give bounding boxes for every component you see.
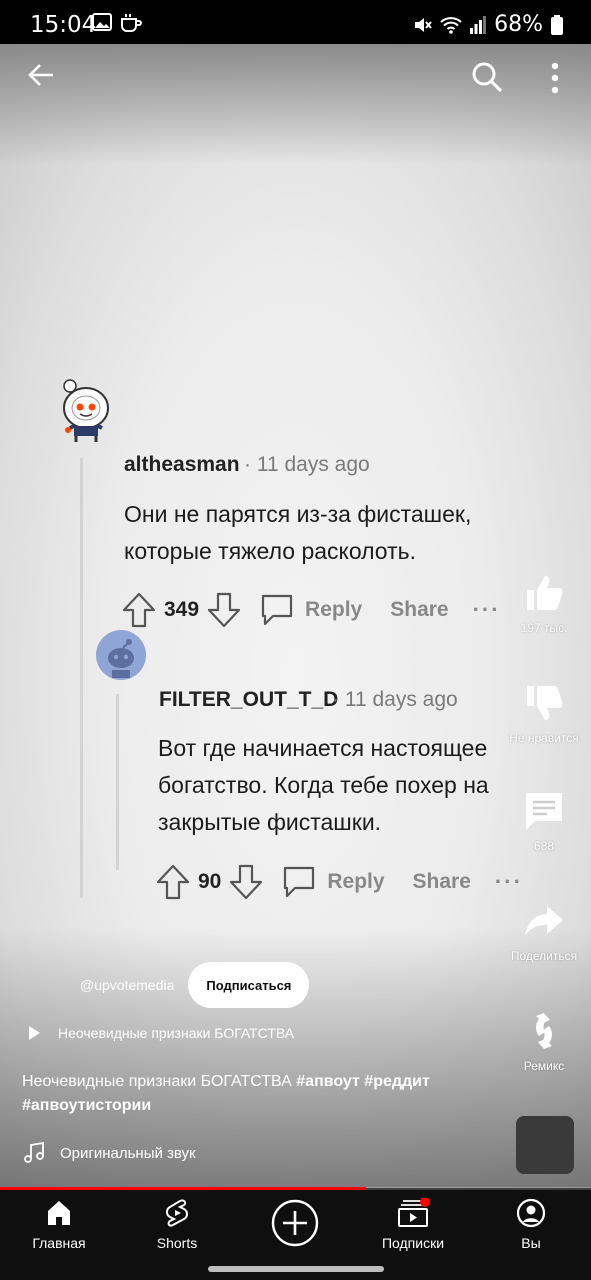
nav-create[interactable] — [240, 1198, 350, 1253]
wifi-icon — [440, 16, 462, 34]
reply-body-line: Вот где начинается настоящее — [158, 735, 488, 761]
status-left-icons — [92, 13, 142, 33]
nav-subscriptions[interactable]: Подписки — [358, 1197, 468, 1251]
battery-percent: 68% — [494, 12, 543, 37]
reply-body: Вот где начинается настоящее богатство. … — [158, 730, 489, 841]
comment-icon — [526, 793, 562, 830]
status-time: 15:04 — [30, 12, 97, 38]
playlist-link[interactable]: Неочевидные признаки БОГАТСТВА — [26, 1025, 294, 1041]
remix-label: Ремикс — [523, 1059, 565, 1073]
reply-body-line: закрытые фисташки. — [158, 809, 382, 835]
shorts-icon — [166, 1199, 188, 1227]
image-icon — [92, 13, 112, 31]
music-note-icon — [24, 1141, 44, 1163]
downvote-icon — [230, 864, 263, 900]
reply-bubble-icon — [261, 594, 293, 626]
hashtag[interactable]: #апвоутистории — [22, 1097, 151, 1114]
dislike-label: Не нравится — [509, 731, 579, 745]
home-icon — [48, 1201, 70, 1225]
comment-body-line: Они не парятся из-за фисташек, — [124, 501, 472, 527]
like-count: 197 тыс. — [520, 621, 568, 635]
original-sound[interactable]: Оригинальный звук — [22, 1141, 196, 1165]
nav-subscriptions-label: Подписки — [381, 1235, 445, 1251]
comment-username[interactable]: altheasman — [124, 453, 240, 477]
account-icon — [516, 1198, 546, 1228]
reply-username[interactable]: FILTER_OUT_T_D — [159, 688, 338, 712]
sound-label: Оригинальный звук — [60, 1144, 196, 1162]
thumb-up-icon — [527, 576, 563, 610]
reply-body-line: богатство. Когда тебе похер на — [158, 772, 489, 798]
comment-actions: 349 Reply Share ··· — [122, 592, 501, 628]
share-button[interactable]: Поделиться — [494, 900, 591, 963]
vote-count: 349 — [164, 598, 200, 621]
nav-you[interactable]: Вы — [476, 1198, 586, 1251]
comment-timestamp: · 11 days ago — [244, 453, 370, 476]
channel-handle[interactable]: @upvotemedia — [80, 977, 174, 993]
comment-body: Они не парятся из-за фисташек, которые т… — [124, 496, 471, 570]
home-indicator[interactable] — [208, 1266, 384, 1272]
hashtag[interactable]: #апвоут — [296, 1073, 360, 1090]
thumb-down-icon — [527, 686, 563, 720]
upvote-icon — [122, 592, 156, 628]
nav-home-label: Главная — [32, 1235, 86, 1251]
avatar — [63, 379, 109, 442]
comments-button[interactable]: 688 — [494, 790, 591, 853]
avatar-reply — [96, 630, 146, 680]
hashtag[interactable]: #реддит — [364, 1073, 430, 1090]
nav-shorts[interactable]: Shorts — [122, 1198, 232, 1251]
nav-you-label: Вы — [521, 1235, 541, 1251]
share-label: Share — [390, 598, 449, 621]
video-frame[interactable]: altheasman · 11 days ago Они не парятся … — [0, 44, 591, 1188]
remix-button[interactable]: Ремикс — [494, 1010, 591, 1073]
nav-shorts-label: Shorts — [156, 1235, 198, 1251]
dislike-button[interactable]: Не нравится — [494, 682, 591, 745]
downvote-icon — [207, 592, 241, 628]
video-title[interactable]: Неочевидные признаки БОГАТСТВА #апвоут #… — [22, 1070, 502, 1118]
share-arrow-icon — [525, 906, 563, 936]
subscribe-button[interactable]: Подписаться — [188, 962, 310, 1008]
channel-row: @upvotemedia Подписаться — [80, 962, 310, 1008]
share-label: Поделиться — [510, 949, 578, 963]
subscriptions-icon — [398, 1197, 430, 1227]
status-right-icons: 68% — [412, 12, 563, 37]
comment-body-line: которые тяжело расколоть. — [124, 538, 417, 564]
more-dots: ··· — [494, 869, 523, 894]
status-bar: 15:04 68% — [0, 0, 591, 44]
like-button[interactable]: 197 тыс. — [494, 572, 591, 635]
reply-timestamp: · 11 days ago — [332, 688, 458, 711]
remix-icon — [536, 1013, 552, 1049]
thread-line — [80, 458, 83, 898]
play-icon — [29, 1026, 40, 1040]
upvote-icon — [156, 864, 190, 900]
mute-icon — [415, 17, 432, 32]
reply-label: Reply — [305, 598, 363, 621]
reply-label: Reply — [327, 870, 385, 893]
share-label: Share — [412, 870, 471, 893]
playlist-label: Неочевидные признаки БОГАТСТВА — [58, 1025, 295, 1041]
coffee-icon — [121, 14, 142, 32]
video-title-text: Неочевидные признаки БОГАТСТВА — [22, 1073, 292, 1090]
signal-icon — [470, 15, 487, 34]
thread-line-reply — [116, 694, 119, 870]
create-plus-icon — [271, 1199, 319, 1247]
reply-actions: 90 Reply Share ··· — [156, 864, 523, 900]
reply-bubble-icon — [284, 866, 315, 898]
comments-count: 688 — [533, 839, 555, 853]
nav-home[interactable]: Главная — [4, 1198, 114, 1251]
sound-thumbnail[interactable] — [516, 1116, 574, 1174]
vote-count: 90 — [198, 870, 222, 893]
battery-icon — [551, 14, 563, 35]
shorts-player-screen: 15:04 68% altheasman · 11 days ago Они н… — [0, 0, 591, 1280]
